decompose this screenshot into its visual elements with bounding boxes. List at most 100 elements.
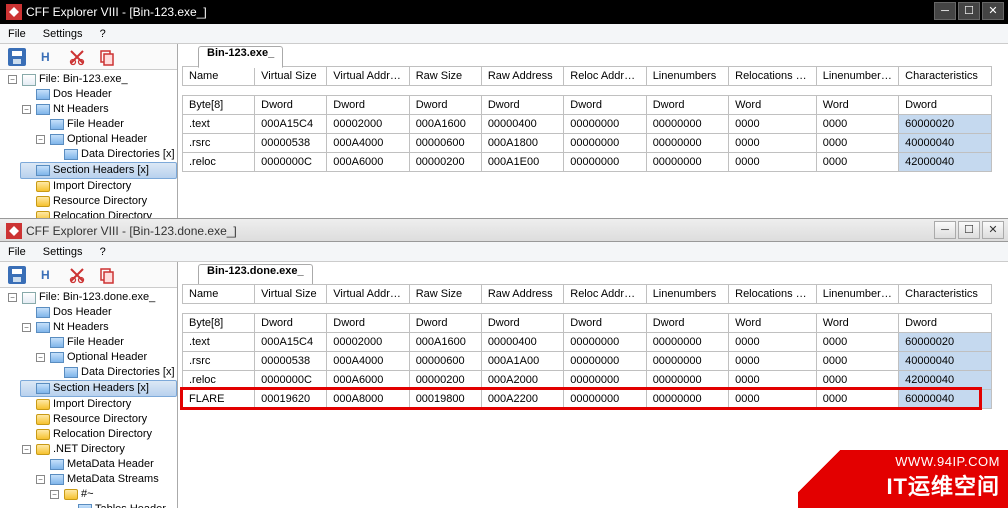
tree-item[interactable]: −#~: [48, 487, 177, 502]
tree-item[interactable]: Import Directory: [20, 397, 177, 412]
tree-item[interactable]: −.NET Directory: [20, 442, 177, 457]
cell[interactable]: .rsrc: [183, 352, 255, 371]
tree-item[interactable]: Dos Header: [20, 305, 177, 320]
tree-item[interactable]: Data Directories [x]: [48, 147, 177, 162]
cell[interactable]: 0000: [729, 134, 817, 153]
cell[interactable]: 00000400: [481, 333, 563, 352]
collapse-icon[interactable]: −: [36, 475, 45, 484]
cell[interactable]: 0000: [816, 333, 898, 352]
cell[interactable]: 0000: [729, 333, 817, 352]
cell[interactable]: 42000040: [899, 153, 992, 172]
tree-view[interactable]: −File: Bin-123.exe_Dos Header−Nt Headers…: [0, 70, 178, 218]
tree-item[interactable]: −Nt Headers: [20, 320, 177, 335]
column-header[interactable]: Linenumbers ...: [816, 285, 898, 304]
cell[interactable]: 00002000: [327, 115, 409, 134]
collapse-icon[interactable]: −: [8, 293, 17, 302]
cell[interactable]: 000A4000: [327, 134, 409, 153]
table-row[interactable]: .text000A15C400002000000A160000000400000…: [183, 115, 992, 134]
column-header[interactable]: Linenumbers: [646, 67, 728, 86]
cell[interactable]: 000A1600: [409, 115, 481, 134]
collapse-icon[interactable]: −: [22, 445, 31, 454]
cut-icon[interactable]: [68, 48, 86, 66]
cell[interactable]: 00000538: [255, 352, 327, 371]
table-row[interactable]: .reloc0000000C000A600000000200000A1E0000…: [183, 153, 992, 172]
cell[interactable]: 00000200: [409, 153, 481, 172]
tab[interactable]: Bin-123.exe_: [198, 46, 283, 68]
tree-item[interactable]: Section Headers [x]: [20, 162, 177, 179]
collapse-icon[interactable]: −: [22, 105, 31, 114]
column-header[interactable]: Virtual Size: [255, 67, 327, 86]
menu-help[interactable]: ?: [100, 28, 106, 40]
cell[interactable]: .reloc: [183, 153, 255, 172]
cell[interactable]: 0000: [729, 153, 817, 172]
column-header[interactable]: Reloc Address: [564, 67, 646, 86]
titlebar-top[interactable]: CFF Explorer VIII - [Bin-123.exe_] ─ ☐ ✕: [0, 0, 1008, 24]
cell[interactable]: 40000040: [899, 134, 992, 153]
tree-item[interactable]: Relocation Directory: [20, 209, 177, 218]
tree-item[interactable]: Section Headers [x]: [20, 380, 177, 397]
cell[interactable]: 000A15C4: [255, 333, 327, 352]
cell[interactable]: 60000020: [899, 333, 992, 352]
column-header[interactable]: Virtual Address: [327, 285, 409, 304]
cell[interactable]: 0000: [816, 352, 898, 371]
table-row[interactable]: .text000A15C400002000000A160000000400000…: [183, 333, 992, 352]
cell[interactable]: 00000538: [255, 134, 327, 153]
copy-icon[interactable]: [98, 266, 116, 284]
tree-item[interactable]: Import Directory: [20, 179, 177, 194]
tab[interactable]: Bin-123.done.exe_: [198, 264, 313, 286]
cell[interactable]: 000A6000: [327, 153, 409, 172]
tree-item[interactable]: Data Directories [x]: [48, 365, 177, 380]
column-header[interactable]: Relocations N...: [729, 67, 817, 86]
cell[interactable]: 00000000: [646, 352, 728, 371]
cell[interactable]: 00000000: [564, 134, 646, 153]
table-row[interactable]: .rsrc00000538000A400000000600000A1A00000…: [183, 352, 992, 371]
column-header[interactable]: Virtual Size: [255, 285, 327, 304]
column-header[interactable]: Reloc Address: [564, 285, 646, 304]
menu-settings[interactable]: Settings: [43, 28, 83, 40]
cell[interactable]: 00000000: [646, 134, 728, 153]
close-button[interactable]: ✕: [982, 2, 1004, 20]
save-icon[interactable]: [8, 48, 26, 66]
cell[interactable]: 00000000: [646, 115, 728, 134]
collapse-icon[interactable]: −: [36, 353, 45, 362]
cell[interactable]: 000A4000: [327, 352, 409, 371]
cell[interactable]: .text: [183, 115, 255, 134]
cell[interactable]: 00000000: [564, 115, 646, 134]
column-header[interactable]: Raw Size: [409, 67, 481, 86]
section-grid[interactable]: NameVirtual SizeVirtual AddressRaw SizeR…: [178, 66, 1008, 172]
cell[interactable]: 0000: [729, 115, 817, 134]
cell[interactable]: 00000000: [646, 333, 728, 352]
tree-item[interactable]: Relocation Directory: [20, 427, 177, 442]
column-header[interactable]: Name: [183, 285, 255, 304]
cut-icon[interactable]: [68, 266, 86, 284]
collapse-icon[interactable]: −: [8, 75, 17, 84]
maximize-button[interactable]: ☐: [958, 221, 980, 239]
cell[interactable]: 0000: [816, 153, 898, 172]
cell[interactable]: 00000000: [564, 352, 646, 371]
tree-item[interactable]: MetaData Header: [34, 457, 177, 472]
column-header[interactable]: Raw Size: [409, 285, 481, 304]
menu-help[interactable]: ?: [100, 246, 106, 258]
cell[interactable]: 00002000: [327, 333, 409, 352]
menu-settings[interactable]: Settings: [43, 246, 83, 258]
tree-item[interactable]: Resource Directory: [20, 412, 177, 427]
column-header[interactable]: Raw Address: [481, 67, 563, 86]
menu-file[interactable]: File: [8, 246, 26, 258]
cell[interactable]: 00000000: [646, 153, 728, 172]
column-header[interactable]: Linenumbers ...: [816, 67, 898, 86]
tree-item[interactable]: Tables Header: [62, 502, 177, 508]
cell[interactable]: 000A1800: [481, 134, 563, 153]
tree-item[interactable]: −File: Bin-123.done.exe_: [6, 290, 177, 305]
titlebar-bottom[interactable]: CFF Explorer VIII - [Bin-123.done.exe_] …: [0, 218, 1008, 242]
cell[interactable]: 0000: [816, 115, 898, 134]
cell[interactable]: 000A1600: [409, 333, 481, 352]
collapse-icon[interactable]: −: [36, 135, 45, 144]
tree-item[interactable]: File Header: [34, 335, 177, 350]
tree-item[interactable]: File Header: [34, 117, 177, 132]
tree-item[interactable]: −File: Bin-123.exe_: [6, 72, 177, 87]
close-button[interactable]: ✕: [982, 221, 1004, 239]
collapse-icon[interactable]: −: [22, 323, 31, 332]
copy-icon[interactable]: [98, 48, 116, 66]
column-header[interactable]: Linenumbers: [646, 285, 728, 304]
column-header[interactable]: Raw Address: [481, 285, 563, 304]
